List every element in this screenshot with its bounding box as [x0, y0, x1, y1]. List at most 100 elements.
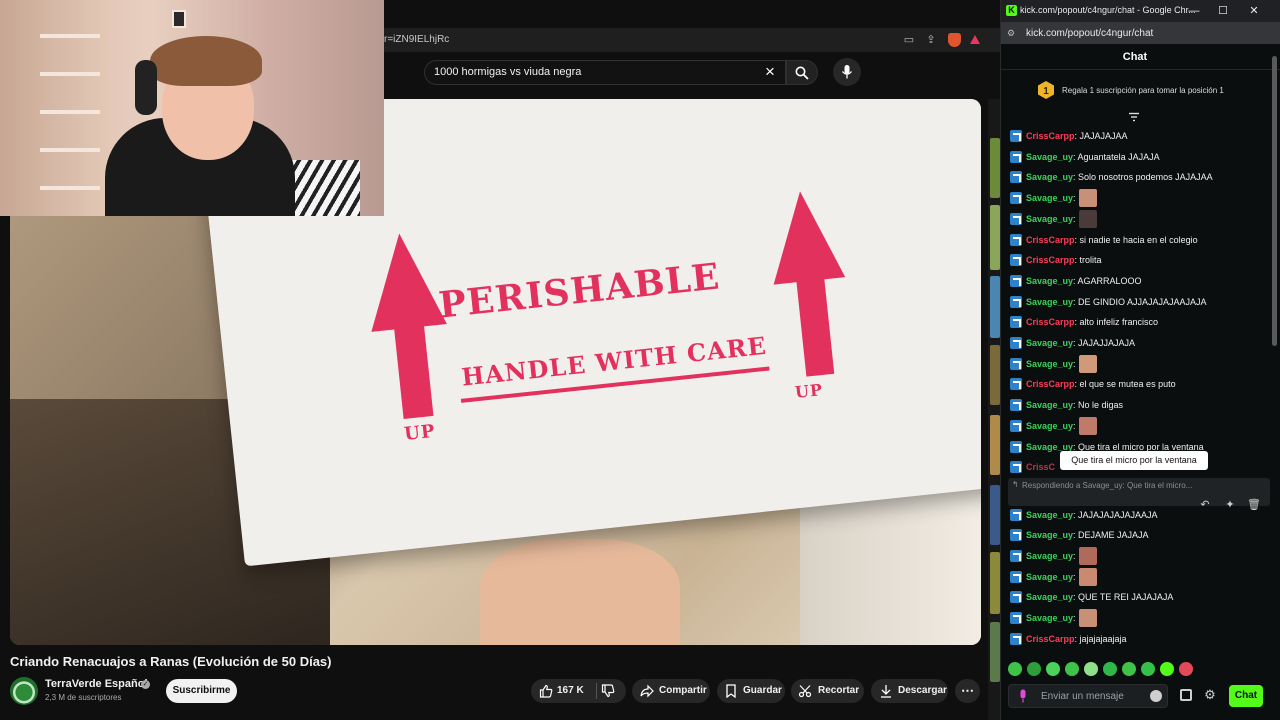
minimize-icon[interactable]: — [1186, 3, 1202, 19]
emote-icon[interactable] [1008, 662, 1022, 676]
recommendation-thumbnail[interactable] [990, 622, 1000, 682]
recommendation-thumbnail[interactable] [990, 485, 1000, 545]
emote-icon[interactable] [1103, 662, 1117, 676]
pin-icon[interactable]: ✦ [1222, 497, 1238, 513]
send-chat-button[interactable]: Chat [1229, 685, 1263, 707]
cast-icon[interactable]: ▭ [902, 33, 916, 47]
chat-message[interactable]: CrissCarpp: si nadie te hacia en el cole… [1010, 231, 1260, 249]
reply-icon[interactable]: ↶ [1197, 497, 1213, 513]
maximize-icon[interactable]: ☐ [1215, 3, 1231, 19]
download-button[interactable]: Descargar [871, 679, 948, 703]
subscriber-badge-icon[interactable] [1010, 234, 1022, 246]
popup-url[interactable]: kick.com/popout/c4ngur/chat [1026, 28, 1153, 39]
recommendation-thumbnail[interactable] [990, 345, 1000, 405]
chat-message[interactable]: CrissCarpp: JAJAJAJAA [1010, 127, 1260, 145]
chat-username[interactable]: Savage_uy [1026, 572, 1073, 582]
recommendation-thumbnail[interactable] [990, 138, 1000, 198]
brave-shield-icon[interactable] [948, 33, 961, 47]
more-actions-button[interactable]: ⋯ [955, 679, 980, 703]
chat-message[interactable]: Savage_uy: DEJAME JAJAJA [1010, 526, 1260, 544]
chat-scrollbar[interactable] [1272, 56, 1277, 346]
mic-icon[interactable] [1019, 689, 1027, 703]
share-button[interactable]: Compartir [632, 679, 710, 703]
subscriber-badge-icon[interactable] [1010, 130, 1022, 142]
subscriber-badge-icon[interactable] [1010, 213, 1022, 225]
emote-icon[interactable] [1079, 609, 1098, 627]
chat-username[interactable]: Savage_uy [1026, 530, 1073, 540]
chat-username[interactable]: Savage_uy [1026, 152, 1073, 162]
like-dislike-group[interactable]: 167 K [531, 679, 626, 703]
emote-icon[interactable] [1084, 662, 1098, 676]
subscriber-badge-icon[interactable] [1010, 461, 1022, 473]
chat-username[interactable]: Savage_uy [1026, 400, 1073, 410]
subscriber-badge-icon[interactable] [1010, 441, 1022, 453]
chat-username[interactable]: CrissCarpp [1026, 317, 1075, 327]
emote-icon[interactable] [1079, 189, 1098, 207]
subscriber-badge-icon[interactable] [1010, 378, 1022, 390]
emote-icon[interactable] [1122, 662, 1136, 676]
subscriber-badge-icon[interactable] [1010, 591, 1022, 603]
chat-username[interactable]: Savage_uy [1026, 421, 1073, 431]
chat-username[interactable]: Savage_uy [1026, 613, 1073, 623]
chat-message[interactable]: Savage_uy: Aguantatela JAJAJA [1010, 148, 1260, 166]
chat-message[interactable]: Savage_uy: [1010, 568, 1260, 586]
subscriber-badge-icon[interactable] [1010, 275, 1022, 287]
chat-message[interactable]: Savage_uy: QUE TE REI JAJAJAJA [1010, 588, 1260, 606]
chat-message[interactable]: Savage_uy: DE GINDIO AJJAJAJAJAAJAJA [1010, 293, 1260, 311]
address-bar-url[interactable]: r=iZN9IELhjRc [384, 34, 449, 45]
subscriber-badge-icon[interactable] [1010, 509, 1022, 521]
search-query[interactable]: 1000 hormigas vs viuda negra [434, 66, 581, 78]
subscriber-badge-icon[interactable] [1010, 358, 1022, 370]
chat-username[interactable]: Savage_uy [1026, 510, 1073, 520]
channel-avatar[interactable] [10, 677, 38, 705]
subscriber-badge-icon[interactable] [1010, 399, 1022, 411]
recommendation-thumbnail[interactable] [990, 415, 1000, 475]
leaderboard-badge-icon[interactable]: 1 [1036, 80, 1056, 100]
trash-icon[interactable]: 🗑 [1246, 497, 1262, 513]
recommendation-thumbnail[interactable] [990, 205, 1000, 270]
chat-message[interactable]: Savage_uy: [1010, 355, 1260, 373]
emoji-icon[interactable] [1150, 690, 1162, 702]
clip-button[interactable]: Recortar [791, 679, 864, 703]
thumbs-up-icon[interactable] [539, 684, 553, 698]
chat-message[interactable]: Savage_uy: [1010, 609, 1260, 627]
subscriber-badge-icon[interactable] [1010, 296, 1022, 308]
subscriber-badge-icon[interactable] [1010, 337, 1022, 349]
chat-username[interactable]: Savage_uy [1026, 338, 1073, 348]
chat-username[interactable]: CrissCarpp [1026, 131, 1075, 141]
subscriber-badge-icon[interactable] [1010, 192, 1022, 204]
chat-message[interactable]: Savage_uy: Solo nosotros podemos JAJAJAA [1010, 168, 1260, 186]
gift-prompt[interactable]: Regala 1 suscripción para tomar la posic… [1062, 86, 1224, 95]
subscriber-badge-icon[interactable] [1010, 633, 1022, 645]
close-icon[interactable]: × [762, 62, 778, 82]
subscriber-badge-icon[interactable] [1010, 420, 1022, 432]
chat-username[interactable]: CrissCarpp [1026, 634, 1075, 644]
chat-username[interactable]: CrissCarpp [1026, 235, 1075, 245]
emote-icon[interactable] [1141, 662, 1155, 676]
chat-message[interactable]: CrissCarpp: trolita [1010, 251, 1260, 269]
subscriber-badge-icon[interactable] [1010, 529, 1022, 541]
recommendation-thumbnail[interactable] [990, 276, 1000, 338]
subscriber-badge-icon[interactable] [1010, 171, 1022, 183]
emote-icon[interactable] [1046, 662, 1060, 676]
emote-icon[interactable] [1079, 417, 1098, 435]
close-icon[interactable]: ✕ [1246, 3, 1262, 19]
chat-message[interactable]: Savage_uy: [1010, 417, 1260, 435]
subscribe-button[interactable]: Suscribirme [166, 679, 237, 703]
chat-username[interactable]: CrissCarpp [1026, 379, 1075, 389]
chat-message[interactable]: CrissCarpp: el que se mutea es puto [1010, 375, 1260, 393]
chat-username[interactable]: Savage_uy [1026, 551, 1073, 561]
chat-message[interactable]: Savage_uy: [1010, 210, 1260, 228]
chat-message[interactable]: Savage_uy: JAJAJJAJAJA [1010, 334, 1260, 352]
chat-username[interactable]: Savage_uy [1026, 297, 1073, 307]
chat-message[interactable]: CrissCarpp: alto infeliz francisco [1010, 313, 1260, 331]
chat-username[interactable]: Savage_uy [1026, 214, 1073, 224]
chat-username[interactable]: Savage_uy [1026, 172, 1073, 182]
filter-icon[interactable] [1128, 112, 1140, 122]
emote-icon[interactable] [1179, 662, 1193, 676]
search-button[interactable] [786, 60, 818, 85]
chat-username[interactable]: Savage_uy [1026, 592, 1073, 602]
chat-message-input[interactable]: Enviar un mensaje [1008, 684, 1168, 708]
share-page-icon[interactable]: ⇪ [924, 33, 938, 47]
chat-username[interactable]: CrissCarpp [1026, 255, 1075, 265]
